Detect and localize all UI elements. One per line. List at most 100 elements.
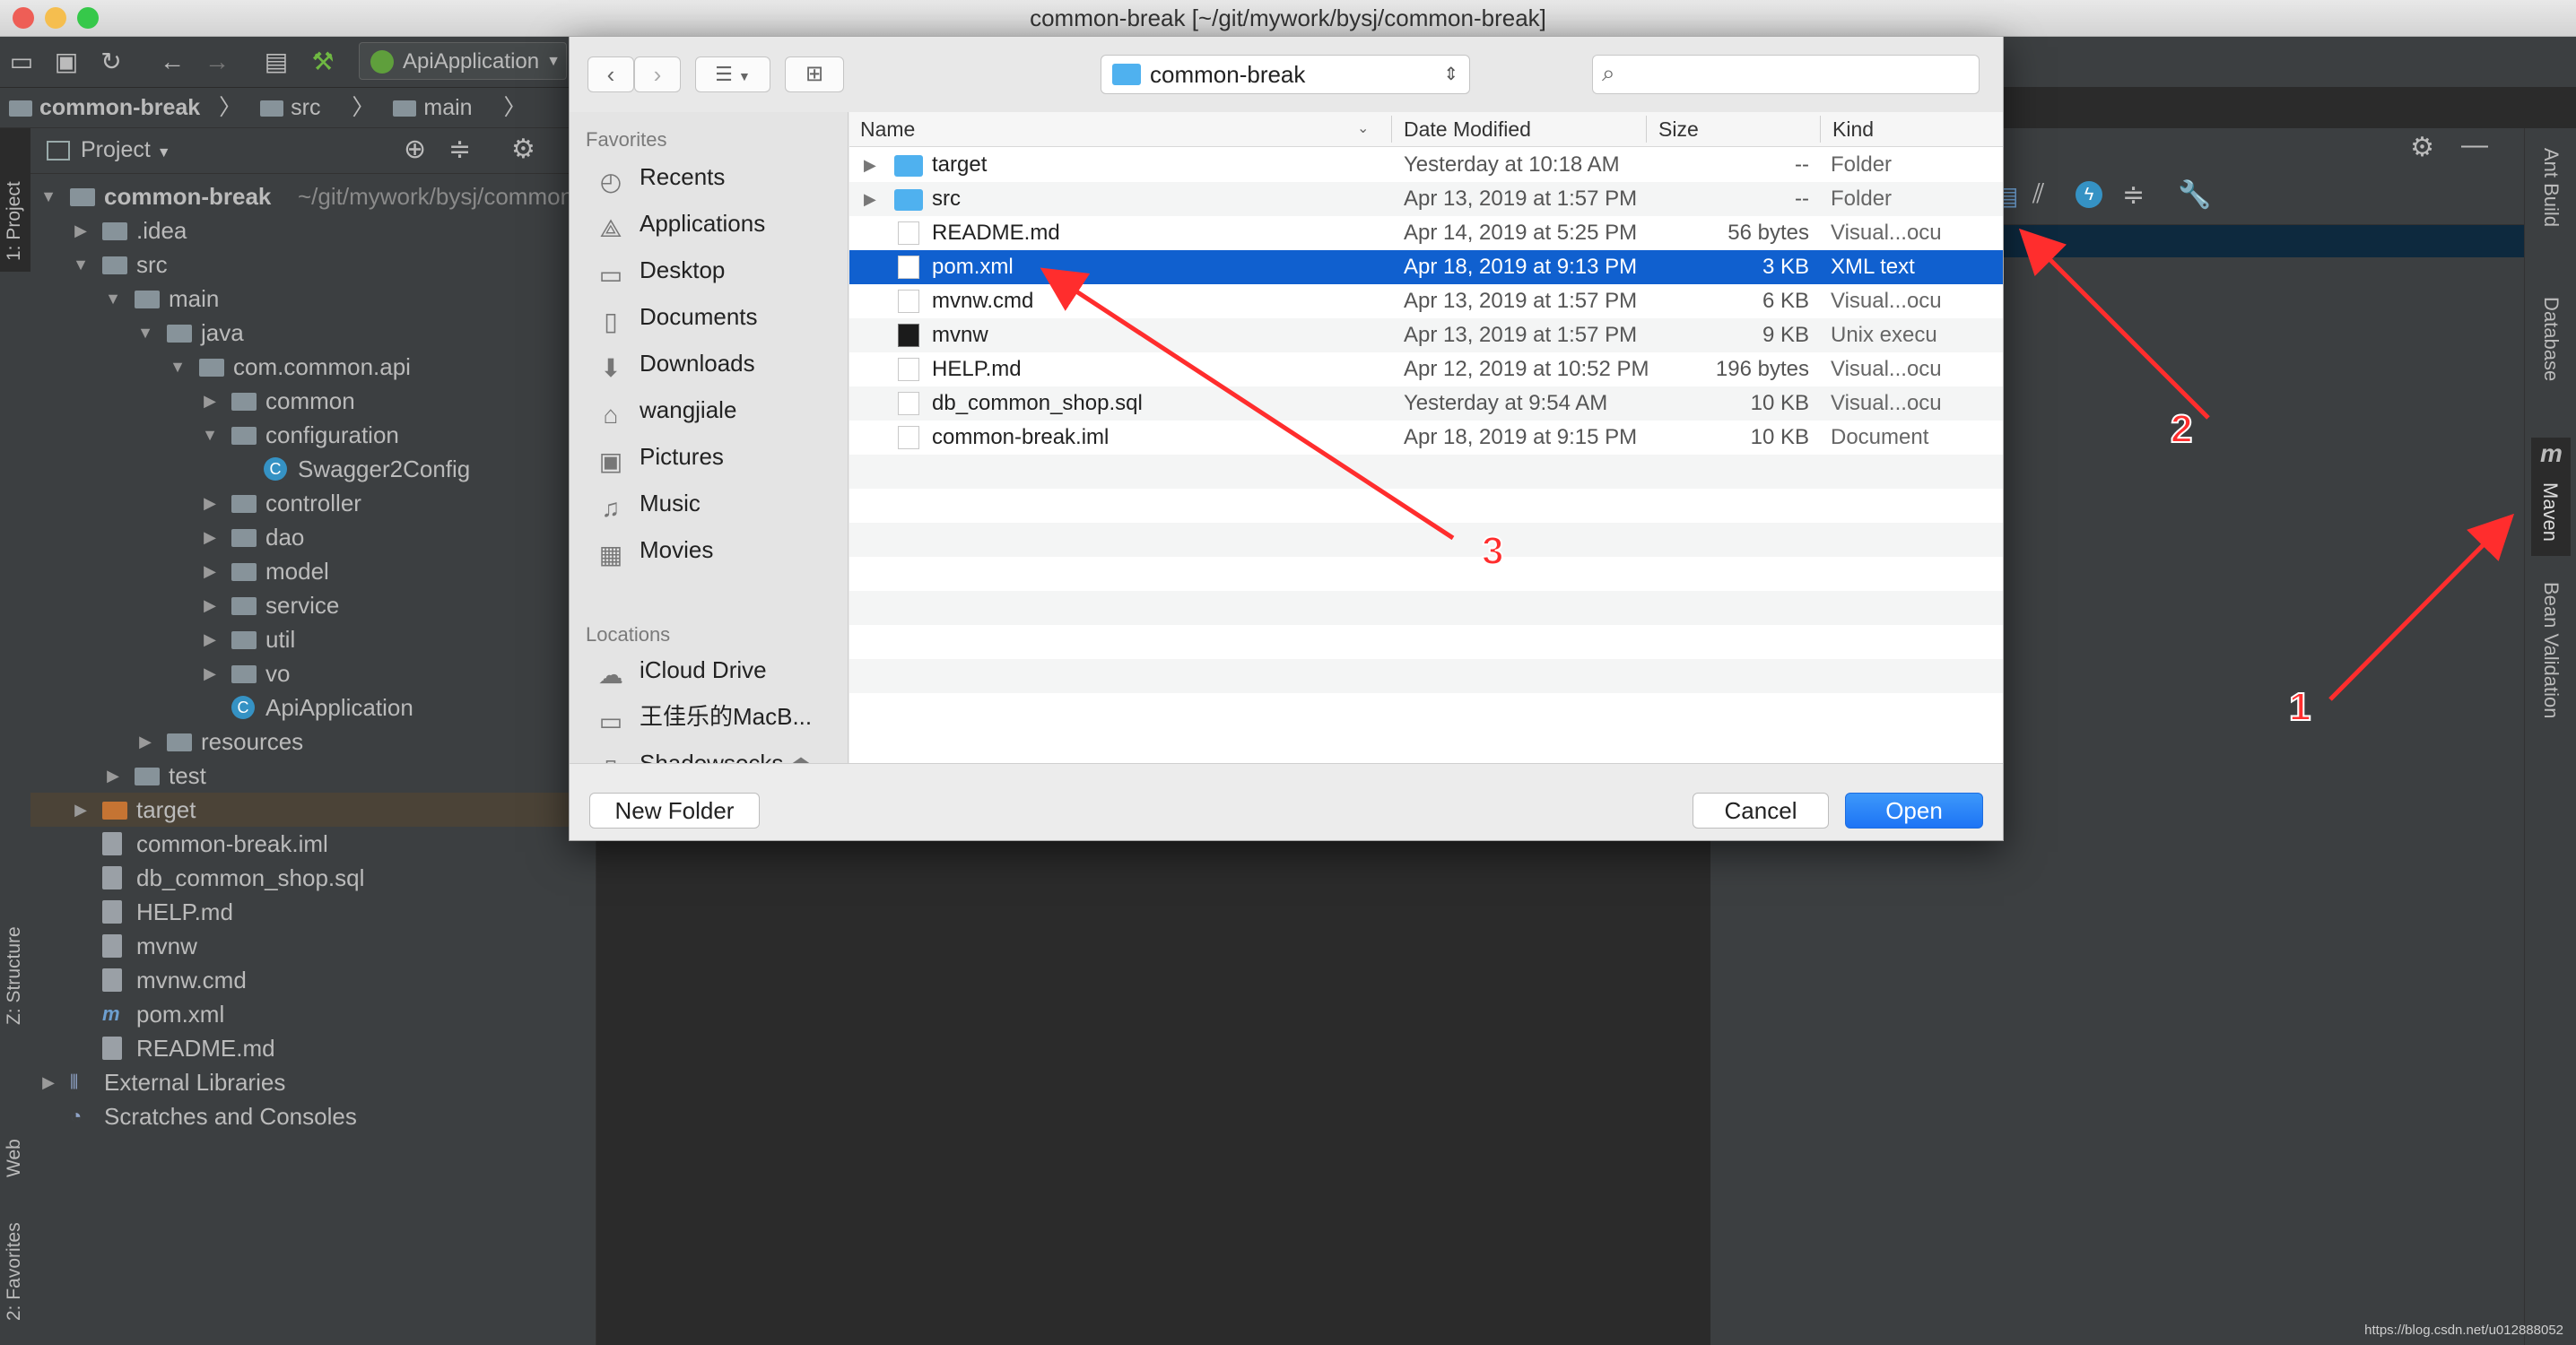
run-configuration-dropdown[interactable]: ApiApplication ▼ — [359, 42, 567, 80]
tree-row[interactable]: ▼ main — [30, 282, 596, 316]
tree-row[interactable]: ▶ .idea — [30, 213, 596, 247]
tree-row[interactable]: ▼ com.common.api — [30, 350, 596, 384]
sidebar-item[interactable]: ▣ Pictures — [596, 437, 724, 476]
forward-button[interactable]: › — [634, 56, 681, 92]
collapsed-arrow-icon[interactable]: ▶ — [72, 213, 90, 247]
tool-tab-ant-build[interactable]: Ant Build — [2539, 148, 2563, 227]
back-button[interactable]: ‹ — [587, 56, 634, 92]
tool-tab-maven[interactable]: m Maven — [2531, 438, 2571, 556]
tree-row[interactable]: ◔ Scratches and Consoles — [30, 1099, 596, 1133]
collapsed-arrow-icon[interactable]: ▶ — [104, 759, 122, 793]
expanded-arrow-icon[interactable]: ▼ — [169, 350, 187, 384]
tree-row[interactable]: C Swagger2Config — [30, 452, 596, 486]
new-folder-button[interactable]: New Folder — [589, 793, 760, 829]
tool-tab-favorites[interactable]: 2: Favorites — [4, 1222, 25, 1321]
skip-tests-icon[interactable]: ϟ — [2076, 181, 2102, 208]
tree-row[interactable]: ▶ common — [30, 384, 596, 418]
file-row[interactable]: ▶ target Yesterday at 10:18 AM -- Folder — [849, 148, 2003, 182]
project-view-selector[interactable]: Project ▼ — [81, 137, 171, 163]
tree-row[interactable]: ▶ test — [30, 759, 596, 793]
tree-row[interactable]: ▶ service — [30, 588, 596, 622]
save-icon[interactable]: ▣ — [52, 48, 81, 76]
file-row[interactable]: mvnw.cmd Apr 13, 2019 at 1:57 PM 6 KB Visua… — [849, 284, 2003, 318]
gear-icon[interactable]: ⚙ — [2410, 132, 2434, 163]
tree-row[interactable]: mvnw.cmd — [30, 963, 596, 997]
collapsed-arrow-icon[interactable]: ▶ — [39, 1065, 57, 1099]
project-structure-icon[interactable]: ▤ — [262, 48, 291, 76]
sidebar-item[interactable]: ◴ Recents — [596, 157, 726, 196]
tree-row[interactable]: mvnw — [30, 929, 596, 963]
sidebar-item[interactable]: ⟁ Applications — [596, 204, 766, 243]
collapsed-arrow-icon[interactable]: ▶ — [201, 588, 219, 622]
collapsed-arrow-icon[interactable]: ▶ — [201, 384, 219, 418]
breadcrumb-item-src[interactable]: src — [260, 95, 333, 120]
sidebar-location-item[interactable]: ☁ iCloud Drive — [596, 650, 767, 690]
search-field[interactable]: ⌕ — [1592, 55, 1980, 94]
sidebar-item[interactable]: ▭ Desktop — [596, 250, 726, 290]
cancel-button[interactable]: Cancel — [1693, 793, 1829, 829]
locate-target-icon[interactable]: ⊕ — [404, 134, 426, 165]
tool-tab-database[interactable]: Database — [2539, 297, 2563, 381]
file-row[interactable]: pom.xml Apr 18, 2019 at 9:13 PM 3 KB XML te… — [849, 250, 2003, 284]
view-options-button[interactable]: ☰ ▼ — [695, 56, 770, 92]
back-icon[interactable]: ← — [158, 48, 187, 76]
build-hammer-icon[interactable]: ⚒ — [309, 48, 337, 76]
tree-row[interactable]: ▶ model — [30, 554, 596, 588]
file-row[interactable]: common-break.iml Apr 18, 2019 at 9:15 PM 1… — [849, 421, 2003, 455]
tree-row[interactable]: ▶ vo — [30, 656, 596, 690]
column-size[interactable]: Size — [1658, 112, 1699, 146]
tree-row[interactable]: m pom.xml — [30, 997, 596, 1031]
sidebar-item[interactable]: ♫ Music — [596, 483, 701, 523]
expanded-arrow-icon[interactable]: ▼ — [201, 418, 219, 452]
forward-icon[interactable]: → — [203, 48, 231, 76]
expanded-arrow-icon[interactable]: ▼ — [72, 247, 90, 282]
expanded-arrow-icon[interactable]: ▼ — [136, 316, 154, 350]
gear-icon[interactable]: ⚙ — [511, 134, 535, 165]
disclosure-triangle-icon[interactable]: ▶ — [864, 148, 876, 182]
location-popup[interactable]: common-break ⇕ — [1101, 55, 1470, 94]
breadcrumb-item-root[interactable]: common-break — [9, 95, 200, 120]
file-row[interactable]: README.md Apr 14, 2019 at 5:25 PM 56 bytes… — [849, 216, 2003, 250]
hide-panel-icon[interactable]: — — [2461, 130, 2488, 161]
wrench-icon[interactable]: 🔧 — [2178, 179, 2211, 211]
collapse-all-icon[interactable]: ≑ — [2122, 179, 2145, 211]
tree-row[interactable]: common-break.iml — [30, 827, 596, 861]
expanded-arrow-icon[interactable]: ▼ — [104, 282, 122, 316]
tree-row[interactable]: C ApiApplication — [30, 690, 596, 725]
tree-row[interactable]: db_common_shop.sql — [30, 861, 596, 895]
collapsed-arrow-icon[interactable]: ▶ — [201, 656, 219, 690]
column-kind[interactable]: Kind — [1832, 112, 1874, 146]
collapsed-arrow-icon[interactable]: ▶ — [201, 520, 219, 554]
toggle-offline-icon[interactable]: ⫽ — [2032, 179, 2044, 210]
tree-row[interactable]: HELP.md — [30, 895, 596, 929]
tree-row[interactable]: ▼ configuration — [30, 418, 596, 452]
collapsed-arrow-icon[interactable]: ▶ — [201, 554, 219, 588]
file-row[interactable]: HELP.md Apr 12, 2019 at 10:52 PM 196 bytes… — [849, 352, 2003, 386]
file-row[interactable]: db_common_shop.sql Yesterday at 9:54 AM 10… — [849, 386, 2003, 421]
file-row[interactable]: ▶ src Apr 13, 2019 at 1:57 PM -- Folder — [849, 182, 2003, 216]
sidebar-item[interactable]: ▦ Movies — [596, 530, 714, 569]
sidebar-item[interactable]: ⌂ wangjiale — [596, 390, 737, 430]
tree-row[interactable]: ▶ dao — [30, 520, 596, 554]
tool-tab-web[interactable]: Web — [4, 1139, 25, 1177]
tool-tab-project[interactable]: 1: Project — [4, 181, 25, 261]
tree-row[interactable]: ▶ util — [30, 622, 596, 656]
tool-tab-structure[interactable]: Z: Structure — [4, 926, 25, 1025]
sync-icon[interactable]: ↻ — [97, 48, 126, 76]
tree-row[interactable]: ▶ controller — [30, 486, 596, 520]
open-folder-icon[interactable]: ▭ — [7, 48, 36, 76]
sidebar-location-item[interactable]: ▭ 王佳乐的MacB... — [596, 697, 812, 736]
collapsed-arrow-icon[interactable]: ▶ — [136, 725, 154, 759]
collapse-all-icon[interactable]: ≑ — [448, 134, 471, 165]
open-button[interactable]: Open — [1845, 793, 1983, 829]
file-row[interactable]: mvnw Apr 13, 2019 at 1:57 PM 9 KB Unix exec… — [849, 318, 2003, 352]
collapsed-arrow-icon[interactable]: ▶ — [201, 486, 219, 520]
new-folder-toolbar-button[interactable]: ⊞ — [785, 56, 844, 92]
collapsed-arrow-icon[interactable]: ▶ — [72, 793, 90, 827]
sidebar-item[interactable]: ▯ Documents — [596, 297, 757, 336]
tree-row[interactable]: ▶ ⫴ External Libraries — [30, 1065, 596, 1099]
tree-row[interactable]: ▶ target — [30, 793, 596, 827]
breadcrumb-item-main[interactable]: main — [393, 95, 484, 120]
tree-row[interactable]: ▼ common-break ~/git/mywork/bysj/common — [30, 179, 596, 213]
column-name[interactable]: Name — [860, 112, 915, 146]
